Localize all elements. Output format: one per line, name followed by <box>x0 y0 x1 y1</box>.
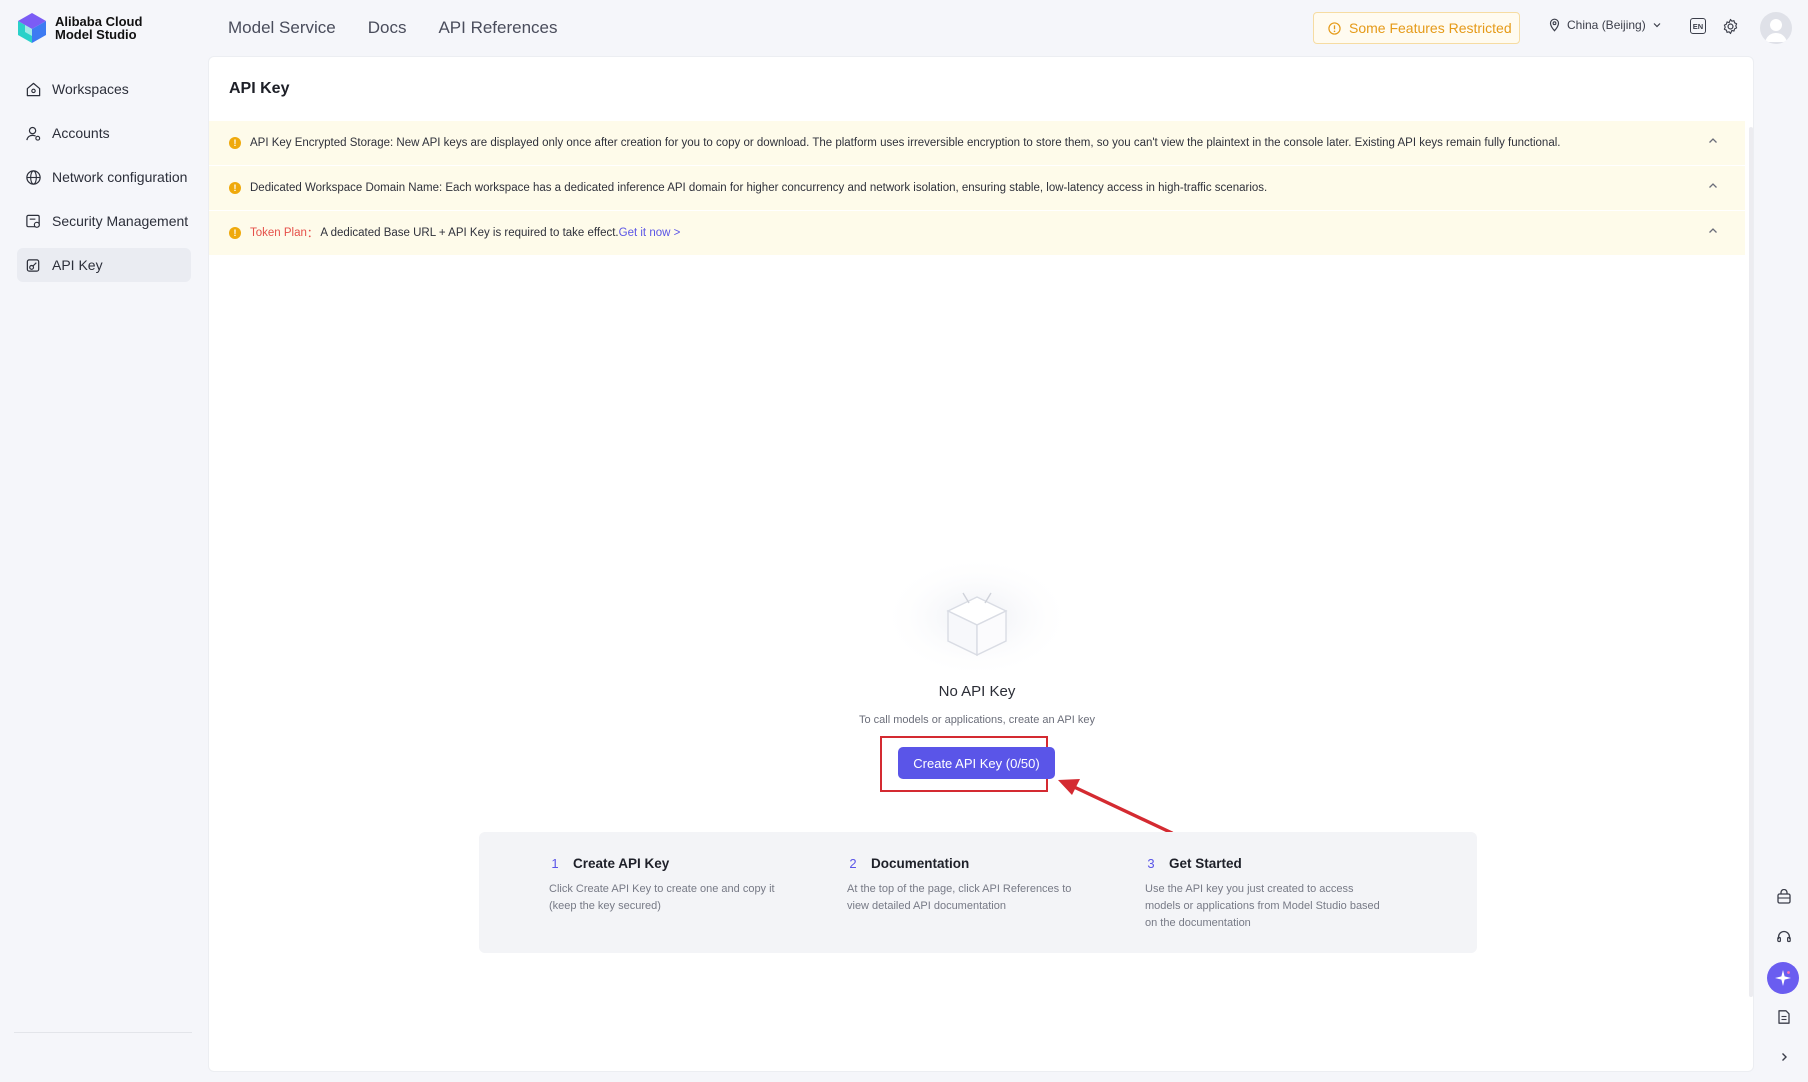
document-icon <box>1778 1010 1790 1024</box>
security-icon <box>26 214 40 228</box>
restricted-features-button[interactable]: Some Features Restricted <box>1313 12 1520 44</box>
token-plan-label: Token Plan <box>250 227 307 239</box>
brand-line-2: Model Studio <box>55 27 137 42</box>
step-title: Create API Key <box>573 856 670 871</box>
warning-icon: ! <box>229 227 241 239</box>
sidebar-item-api-key[interactable]: API Key <box>17 248 191 282</box>
annotation-arrow-icon <box>1058 779 1174 835</box>
sidebar-divider <box>14 1032 192 1033</box>
language-badge: EN <box>1692 21 1704 31</box>
step-number: 1 <box>551 856 559 871</box>
user-avatar-icon <box>1765 19 1787 42</box>
notice-encrypted-storage: ! API Key Encrypted Storage: New API key… <box>209 121 1745 165</box>
notice-text: Dedicated Workspace Domain Name: Each wo… <box>250 182 1268 194</box>
sparkle-icon <box>1775 970 1791 986</box>
chevron-right-icon <box>1782 1053 1787 1061</box>
empty-state-title: No API Key <box>938 683 1016 700</box>
step-header: 2 Documentation <box>847 856 1087 871</box>
step-create-api-key: 1 Create API Key Click Create API Key to… <box>549 856 789 915</box>
step-get-started: 3 Get Started Use the API key you just c… <box>1145 856 1385 932</box>
create-api-key-button[interactable]: Create API Key (0/50) <box>898 747 1055 779</box>
restricted-label: Some Features Restricted <box>1349 20 1512 36</box>
rail-expand-button[interactable] <box>1774 1047 1794 1067</box>
warning-circle-icon <box>1328 21 1341 35</box>
warning-icon: ! <box>229 137 241 149</box>
empty-box-icon <box>881 555 1073 679</box>
scrollbar[interactable] <box>1749 127 1753 997</box>
token-plan-separator: ： <box>306 228 319 240</box>
user-icon <box>26 126 41 141</box>
gear-icon <box>1723 18 1738 35</box>
notice-text: A dedicated Base URL + API Key is requir… <box>320 227 619 239</box>
sidebar-item-network-configuration[interactable]: Network configuration <box>17 160 191 194</box>
step-description: At the top of the page, click API Refere… <box>847 883 1072 912</box>
avatar[interactable] <box>1760 12 1792 44</box>
top-nav: Model Service Docs API References <box>228 18 558 38</box>
nav-model-service[interactable]: Model Service <box>228 18 336 38</box>
headset-icon <box>1777 930 1791 943</box>
step-number: 2 <box>849 856 857 871</box>
step-number: 3 <box>1147 856 1155 871</box>
region-label: China (Beijing) <box>1567 18 1646 32</box>
sidebar-item-label: Accounts <box>52 125 110 141</box>
step-documentation: 2 Documentation At the top of the page, … <box>847 856 1087 915</box>
nav-api-references[interactable]: API References <box>438 18 557 38</box>
empty-state-subtitle: To call models or applications, create a… <box>858 714 1095 726</box>
step-title: Get Started <box>1169 856 1242 871</box>
sidebar-item-security-management[interactable]: Security Management <box>17 204 191 238</box>
globe-icon <box>26 169 41 185</box>
sidebar-item-label: Workspaces <box>52 81 129 97</box>
warning-icon: ! <box>229 182 241 194</box>
rail-support-button[interactable] <box>1774 927 1794 947</box>
chevron-up-icon[interactable] <box>1707 135 1719 147</box>
rail-bag-button[interactable] <box>1774 887 1794 907</box>
step-header: 3 Get Started <box>1145 856 1385 871</box>
page-title: API Key <box>229 80 290 97</box>
language-icon: EN <box>1690 18 1706 34</box>
step-header: 1 Create API Key <box>549 856 789 871</box>
step-title: Documentation <box>871 856 970 871</box>
getting-started-steps: 1 Create API Key Click Create API Key to… <box>479 832 1477 953</box>
sidebar-item-workspaces[interactable]: Workspaces <box>17 72 191 106</box>
notice-token-plan: ! Token Plan ： A dedicated Base URL + AP… <box>209 211 1745 255</box>
model-studio-logo-icon <box>18 13 46 43</box>
sidebar-item-label: Security Management <box>52 213 189 229</box>
chevron-up-icon[interactable] <box>1707 225 1719 237</box>
nav-docs[interactable]: Docs <box>368 18 407 38</box>
language-switch[interactable]: EN <box>1690 18 1706 34</box>
brand-logo[interactable]: Alibaba Cloud Model Studio <box>17 12 142 44</box>
main-panel: API Key ! API Key Encrypted Storage: New… <box>208 56 1754 1072</box>
rail-document-button[interactable] <box>1774 1007 1794 1027</box>
get-it-now-link[interactable]: Get it now > <box>619 227 681 239</box>
sidebar: Workspaces Accounts Network configuratio… <box>0 56 208 1082</box>
brand-text: Alibaba Cloud Model Studio <box>55 15 142 41</box>
step-description: Click Create API Key to create one and c… <box>549 883 775 912</box>
home-icon <box>26 82 41 96</box>
sidebar-item-label: API Key <box>52 257 103 273</box>
chevron-up-icon[interactable] <box>1707 180 1719 192</box>
top-bar: Alibaba Cloud Model Studio Model Service… <box>0 0 1808 56</box>
bag-icon <box>1777 889 1791 904</box>
chevron-down-icon <box>1653 23 1661 28</box>
step-description: Use the API key you just created to acce… <box>1145 883 1380 929</box>
location-pin-icon <box>1549 18 1560 32</box>
notice-workspace-domain: ! Dedicated Workspace Domain Name: Each … <box>209 166 1745 210</box>
sidebar-item-label: Network configuration <box>52 169 188 185</box>
key-icon <box>26 258 40 272</box>
region-selector[interactable]: China (Beijing) <box>1548 18 1662 32</box>
ai-assistant-button[interactable] <box>1767 962 1799 994</box>
sidebar-item-accounts[interactable]: Accounts <box>17 116 191 150</box>
settings-button[interactable] <box>1722 18 1739 40</box>
notice-text: API Key Encrypted Storage: New API keys … <box>250 137 1561 149</box>
